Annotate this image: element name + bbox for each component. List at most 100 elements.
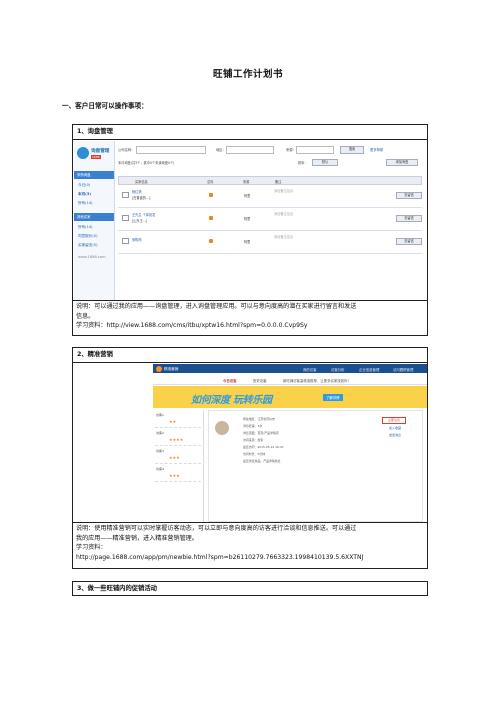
sidebar: 询盘管理 1688 采购询盘 今日(0) 本月(3) 所有(14) 其他买家 所… xyxy=(74,141,115,301)
sort-select[interactable]: 默认 xyxy=(312,159,338,166)
list-item[interactable]: 访客3 ★★★ xyxy=(155,446,201,464)
inquiry-table: 买家信息 意向 来源 备注 杨红艳 [在普鑫的…] 阿里 添加备注信息 去留言 … xyxy=(118,176,422,299)
table-row[interactable]: 王先生 个体批发 [山东王…] 阿里 添加备注信息 去留言 xyxy=(118,207,422,231)
reply-button[interactable]: 去留言 xyxy=(396,215,422,222)
reply-button[interactable]: 去留言 xyxy=(396,238,422,245)
section-title: 1、询盘管理 xyxy=(73,125,427,140)
banner-button[interactable]: 了解详情 xyxy=(323,394,343,401)
list-item[interactable]: 访客1 ★★ xyxy=(155,410,201,428)
sidebar-category: 其他买家 xyxy=(74,213,114,221)
visitor-list: 访客1 ★★ 访客2 ★★★★ 访客3 ★★★ 访客4 ★★★ xyxy=(153,410,204,522)
document-title: 旺铺工作计划书 xyxy=(212,69,283,80)
reply-button[interactable]: 去留言 xyxy=(396,192,422,199)
app-logo: 询盘管理 1688 xyxy=(77,145,111,163)
top-tab[interactable]: 访客分析 xyxy=(331,367,345,372)
help-link[interactable]: 更多帮助 xyxy=(370,147,383,152)
intent-icon xyxy=(209,193,213,197)
top-tab[interactable]: 我的访客 xyxy=(303,367,317,372)
add-inquiry-button[interactable]: 添加询盘 xyxy=(386,159,418,166)
section-title: 3、做一些旺铺内的促销活动 xyxy=(77,585,157,592)
study-link[interactable]: 学习资料：http://view.1688.com/cms/itbu/xptw1… xyxy=(76,321,424,331)
search-button[interactable]: 搜索 xyxy=(340,146,364,154)
buyer-name[interactable]: 杨红艳 xyxy=(132,189,142,194)
note-cell[interactable]: 添加备注信息 xyxy=(274,211,293,216)
sidebar-item-quoted[interactable]: 同意报价(0) xyxy=(78,234,97,239)
detail-line: 最近浏览商品：产品详情信息 xyxy=(243,459,281,463)
precision-marketing-screenshot: 精准营销 我的访客 访客分析 企业信息管理 访问跟踪管理 今日访客 历史访客 新… xyxy=(153,364,427,524)
sort-label: 排序： xyxy=(298,161,308,165)
detail-line: 所在地区：江苏省苏州市 xyxy=(243,417,275,421)
source-cell: 阿里 xyxy=(244,240,251,244)
sidebar-item-other-all[interactable]: 所有(14) xyxy=(78,225,93,230)
app-badge: 1688 xyxy=(91,155,101,159)
app-name: 精准营销 xyxy=(164,366,179,371)
inquiry-management-screenshot: 询盘管理 1688 采购询盘 今日(0) 本月(3) 所有(14) 其他买家 所… xyxy=(74,141,426,301)
detail-line: 浏览页面：首页/产品详情页 xyxy=(243,431,279,435)
sidebar-item-messages[interactable]: 买家留言(5) xyxy=(78,243,97,248)
message-link[interactable]: 发送消息 xyxy=(384,433,406,438)
sidebar-item-today[interactable]: 今日(0) xyxy=(78,183,90,188)
buyer-name[interactable]: 采购商 xyxy=(132,237,142,242)
visitor-name: 访客2 xyxy=(156,431,164,435)
intent-icon xyxy=(209,239,213,243)
source-select[interactable] xyxy=(296,146,334,154)
app-logo-icon xyxy=(156,365,162,372)
app-logo-icon xyxy=(77,147,89,159)
study-link[interactable]: http://page.1688.com/app/pm/newbie.html?… xyxy=(76,553,424,563)
note-text: 说明：可以通过我的应用——询盘管理，进入询盘管理应用。可以与意向度高的潜在买家进… xyxy=(76,303,357,310)
buyer-name[interactable]: 王先生 个体批发 xyxy=(132,212,155,217)
visitor-name: 访客3 xyxy=(156,449,164,453)
app-header: 精准营销 我的访客 访客分析 企业信息管理 访问跟踪管理 xyxy=(153,364,427,373)
chat-button[interactable]: 立即洽谈 xyxy=(382,417,406,424)
filter-company-label: 公司名称： xyxy=(118,148,135,152)
company-input[interactable] xyxy=(136,146,206,154)
list-item[interactable]: 访客4 ★★★ xyxy=(155,464,201,482)
note-text: 学习资料： xyxy=(76,544,107,551)
sidebar-item-month[interactable]: 本月(3) xyxy=(78,192,91,197)
column-header: 备注 xyxy=(275,179,282,184)
banner-text: 如何深度 玩转乐园 xyxy=(191,395,272,406)
detail-line: 浏览旺铺：3次 xyxy=(243,424,263,428)
section-inquiry-management: 1、询盘管理 询盘管理 1688 采购询盘 今日(0) 本月(3) 所有(14)… xyxy=(72,124,428,336)
tab-today[interactable]: 今日访客 xyxy=(223,378,237,383)
source-cell: 阿里 xyxy=(244,217,251,221)
sidebar-item-all[interactable]: 所有(14) xyxy=(78,201,93,206)
top-tab[interactable]: 访问跟踪管理 xyxy=(393,367,413,372)
promo-banner[interactable]: 如何深度 玩转乐园 了解详情 xyxy=(153,386,427,408)
note-cell[interactable]: 添加备注信息 xyxy=(274,234,293,239)
note-text: 信息。 xyxy=(76,312,95,320)
rating-stars: ★★★★ xyxy=(169,437,184,442)
note-text: 说明：使用精准营销可以实时掌握访客动态，可以立即与意向度高的访客进行洽谈和信息推… xyxy=(76,525,357,532)
notice-text[interactable]: 新旺铺访客量精准推荐，让更多买家找到你！ xyxy=(283,378,351,383)
detail-line: 最近访问：2015-05-12 16:43 xyxy=(243,445,284,449)
month-summary: 本月询盘(共3个，其中0个未读询盘0个) xyxy=(118,161,175,165)
rating-stars: ★★★ xyxy=(169,455,180,460)
section-promotions: 3、做一些旺铺内的促销活动 xyxy=(72,581,428,596)
detail-line: 访问来源：搜索 xyxy=(243,438,264,442)
visitor-detail-card: 所在地区：江苏省苏州市 浏览旺铺：3次 浏览页面：首页/产品详情页 访问来源：搜… xyxy=(208,410,423,522)
region-select[interactable] xyxy=(226,146,274,154)
top-tab[interactable]: 企业信息管理 xyxy=(359,367,379,372)
sidebar-footer: www.1688.com xyxy=(78,255,106,259)
visitor-name: 访客1 xyxy=(156,413,164,417)
table-row[interactable]: 杨红艳 [在普鑫的…] 阿里 添加备注信息 去留言 xyxy=(118,184,422,208)
rating-stars: ★★★ xyxy=(169,473,180,478)
sidebar-category: 采购询盘 xyxy=(74,171,114,179)
table-row[interactable]: 采购商 阿里 添加备注信息 去留言 xyxy=(118,230,422,254)
section-title: 2、精准营销 xyxy=(73,348,427,363)
filter-region-label: 地区： xyxy=(216,148,226,152)
section-heading: 一、客户日常可以操作事项： xyxy=(62,102,148,110)
favorite-link[interactable]: 加入收藏 xyxy=(384,426,406,431)
buyer-detail: [在普鑫的…] xyxy=(132,196,151,200)
section-note: 说明：使用精准营销可以实时掌握访客动态，可以立即与意向度高的访客进行洽谈和信息推… xyxy=(73,522,427,569)
visitor-name: 访客4 xyxy=(156,467,164,471)
list-item[interactable]: 访客2 ★★★★ xyxy=(155,428,201,446)
column-header: 意向 xyxy=(207,179,214,184)
rating-stars: ★★ xyxy=(169,419,177,424)
envelope-icon xyxy=(122,192,129,198)
note-cell[interactable]: 添加备注信息 xyxy=(274,188,293,193)
sub-tabs: 今日访客 历史访客 新旺铺访客量精准推荐，让更多买家找到你！ xyxy=(153,375,427,385)
tab-history[interactable]: 历史访客 xyxy=(253,378,267,383)
filter-bar: 公司名称： 地区： 来源： 搜索 更多帮助 xyxy=(118,145,422,155)
filter-source-label: 来源： xyxy=(286,148,296,152)
